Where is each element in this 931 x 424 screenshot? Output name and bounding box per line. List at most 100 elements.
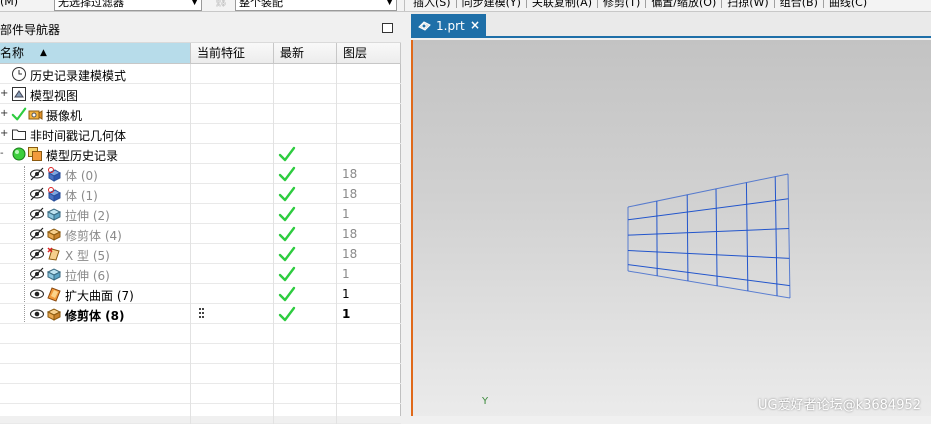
tree-row-label: 非时间戳记几何体 bbox=[30, 127, 126, 144]
latest-cell bbox=[274, 304, 337, 324]
current-feature-cell bbox=[191, 244, 274, 264]
check-icon[interactable] bbox=[11, 106, 27, 122]
hidden-eye-icon[interactable] bbox=[29, 186, 45, 202]
layer-cell: 1 bbox=[337, 204, 401, 224]
hidden-eye-icon[interactable] bbox=[29, 246, 45, 262]
collapse-icon[interactable]: - bbox=[0, 148, 4, 159]
column-header-layer[interactable]: 图层 bbox=[337, 43, 401, 64]
tree-row[interactable]: 体 (1)18 bbox=[0, 184, 401, 204]
current-feature-cell bbox=[191, 324, 274, 344]
menu-bar: 插入(S) 同步建模(Y) 关联复制(A) 修剪(T) 偏置/缩放(O) 扫掠(W) 组合(… bbox=[413, 0, 867, 10]
tree-row-label: 体 (1) bbox=[65, 187, 98, 204]
menu-offset-scale[interactable]: 偏置/缩放(O) bbox=[651, 0, 716, 9]
latest-cell bbox=[274, 404, 337, 424]
current-feature-cell bbox=[191, 264, 274, 284]
current-feature-cell bbox=[191, 144, 274, 164]
menu-curve[interactable]: 曲线(C) bbox=[829, 0, 867, 9]
latest-check-icon bbox=[278, 305, 296, 323]
menu-combine[interactable]: 组合(B) bbox=[780, 0, 818, 9]
document-tab[interactable]: 1.prt × bbox=[411, 14, 486, 38]
menu-sweep[interactable]: 扫掠(W) bbox=[727, 0, 768, 9]
menu-shortcut[interactable]: (M) bbox=[0, 0, 18, 8]
column-header-current-feature[interactable]: 当前特征 bbox=[191, 43, 274, 64]
layer-cell: 1 bbox=[337, 304, 401, 324]
name-cell: -模型历史记录 bbox=[0, 144, 191, 164]
current-feature-cell bbox=[191, 384, 274, 404]
latest-cell bbox=[274, 264, 337, 284]
current-feature-cell bbox=[191, 344, 274, 364]
latest-cell bbox=[274, 104, 337, 124]
menu-associative-copy[interactable]: 关联复制(A) bbox=[532, 0, 592, 9]
tree-row[interactable]: 拉伸 (6)1 bbox=[0, 264, 401, 284]
tree-row-label: 模型视图 bbox=[30, 87, 78, 104]
tree-row[interactable]: + 模型视图 bbox=[0, 84, 401, 104]
menu-sync-modeling[interactable]: 同步建模(Y) bbox=[462, 0, 521, 9]
hidden-eye-icon[interactable] bbox=[29, 226, 45, 242]
current-feature-cell bbox=[191, 204, 274, 224]
expand-icon[interactable]: + bbox=[0, 88, 8, 99]
forum-watermark: UG爱好者论坛@k3684952 bbox=[758, 394, 921, 413]
name-cell: 体 (1) bbox=[0, 184, 191, 204]
latest-cell bbox=[274, 324, 337, 344]
current-feature-cell bbox=[191, 124, 274, 144]
tree-row[interactable]: 历史记录建模模式 bbox=[0, 64, 401, 84]
current-feature-cell bbox=[191, 364, 274, 384]
document-tab-bar: 1.prt × bbox=[411, 12, 931, 38]
latest-cell bbox=[274, 164, 337, 184]
tree-row-label: 扩大曲面 (7) bbox=[65, 287, 134, 304]
top-toolbar: (M) 无选择过滤器 ▼ ⛓ 整个装配 ▼ 插入(S)同步建模(Y)关联复制(A… bbox=[0, 0, 931, 12]
tree-row[interactable]: 扩大曲面 (7)1 bbox=[0, 284, 401, 304]
surface-mesh[interactable] bbox=[413, 40, 931, 416]
close-icon[interactable]: × bbox=[470, 18, 480, 32]
current-feature-cell bbox=[191, 84, 274, 104]
layer-cell: 18 bbox=[337, 164, 401, 184]
tree-row[interactable]: +摄像机 bbox=[0, 104, 401, 124]
tree-row[interactable]: 修剪体 (4)18 bbox=[0, 224, 401, 244]
panel-splitter[interactable] bbox=[401, 12, 411, 416]
tree-row[interactable]: -模型历史记录 bbox=[0, 144, 401, 164]
restore-window-icon[interactable] bbox=[382, 23, 393, 33]
latest-check-icon bbox=[278, 245, 296, 263]
selection-filter-combo[interactable]: 无选择过滤器 ▼ bbox=[54, 0, 202, 11]
tree-row[interactable]: 体 (0)18 bbox=[0, 164, 401, 184]
menu-insert[interactable]: 插入(S) bbox=[413, 0, 451, 9]
empty-row bbox=[0, 364, 401, 384]
name-cell: 拉伸 (2) bbox=[0, 204, 191, 224]
layer-value: 1 bbox=[342, 307, 350, 321]
name-cell: + 非时间戳记几何体 bbox=[0, 124, 191, 144]
hidden-eye-icon[interactable] bbox=[29, 206, 45, 222]
visible-eye-icon[interactable] bbox=[29, 286, 45, 302]
navigator-header: 名称 ▲ 当前特征 最新 图层 bbox=[0, 43, 401, 64]
expand-icon[interactable]: + bbox=[0, 108, 8, 119]
layer-cell bbox=[337, 324, 401, 344]
column-header-name[interactable]: 名称 ▲ bbox=[0, 43, 191, 64]
hidden-eye-icon[interactable] bbox=[29, 266, 45, 282]
tree-row[interactable]: 拉伸 (2) 1 bbox=[0, 204, 401, 224]
selection-filter-value: 无选择过滤器 bbox=[58, 0, 124, 9]
tree-row-label: 修剪体 (8) bbox=[65, 307, 125, 324]
body-icon bbox=[46, 186, 62, 202]
extrude-icon bbox=[46, 206, 62, 222]
latest-cell bbox=[274, 124, 337, 144]
tree-row[interactable]: 修剪体 (8) 1 bbox=[0, 304, 401, 324]
clock-icon bbox=[11, 66, 27, 82]
history-icon bbox=[27, 146, 43, 162]
expand-icon[interactable]: + bbox=[0, 128, 8, 139]
layer-value: 1 bbox=[342, 267, 350, 281]
name-cell: 修剪体 (8) bbox=[0, 304, 191, 324]
selection-scope-combo[interactable]: 整个装配 ▼ bbox=[235, 0, 397, 11]
graphics-viewport[interactable]: Y UG爱好者论坛@k3684952 bbox=[411, 40, 931, 416]
menu-trim[interactable]: 修剪(T) bbox=[603, 0, 640, 9]
mesh-edge bbox=[788, 174, 790, 298]
hidden-eye-icon[interactable] bbox=[29, 166, 45, 182]
mesh-line bbox=[687, 195, 688, 281]
tree-row[interactable]: X 型 (5)18 bbox=[0, 244, 401, 264]
visible-eye-icon[interactable] bbox=[29, 306, 45, 322]
tree-row-label: 修剪体 (4) bbox=[65, 227, 122, 244]
toolbar-divider bbox=[404, 0, 405, 12]
current-feature-cell bbox=[191, 284, 274, 304]
column-header-latest[interactable]: 最新 bbox=[274, 43, 337, 64]
empty-row bbox=[0, 404, 401, 424]
latest-cell bbox=[274, 184, 337, 204]
tree-row[interactable]: + 非时间戳记几何体 bbox=[0, 124, 401, 144]
